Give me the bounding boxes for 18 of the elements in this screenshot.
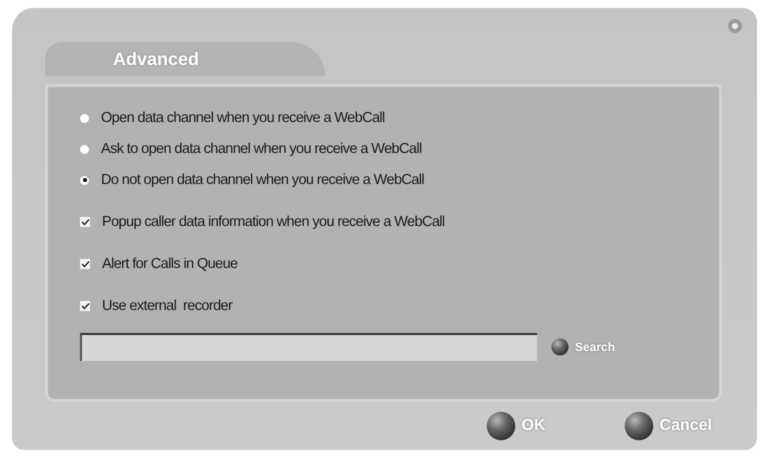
checkbox[interactable] xyxy=(80,259,90,269)
dialog-title: Advanced xyxy=(113,48,200,70)
option-label: Open data channel when you receive a WebCall xyxy=(101,110,385,126)
option-label: Popup caller data information when you receive a WebCall xyxy=(102,214,445,230)
radio-button[interactable] xyxy=(80,114,89,122)
option-label: Use external recorder xyxy=(102,298,232,314)
search-button[interactable]: Search xyxy=(551,338,616,356)
option-label: Alert for Calls in Queue xyxy=(102,256,238,272)
orb-icon xyxy=(551,338,569,356)
search-field[interactable] xyxy=(80,333,537,361)
option-label: Do not open data channel when you receive a WebCall xyxy=(101,172,424,188)
checkbox[interactable] xyxy=(80,301,90,311)
checkbox[interactable] xyxy=(80,217,90,227)
radio-button[interactable] xyxy=(80,176,89,184)
orb-icon xyxy=(624,411,654,441)
radio-button[interactable] xyxy=(80,144,89,154)
orb-icon xyxy=(486,411,516,441)
option-label: Ask to open data channel when you receive a WebCall xyxy=(101,141,422,157)
